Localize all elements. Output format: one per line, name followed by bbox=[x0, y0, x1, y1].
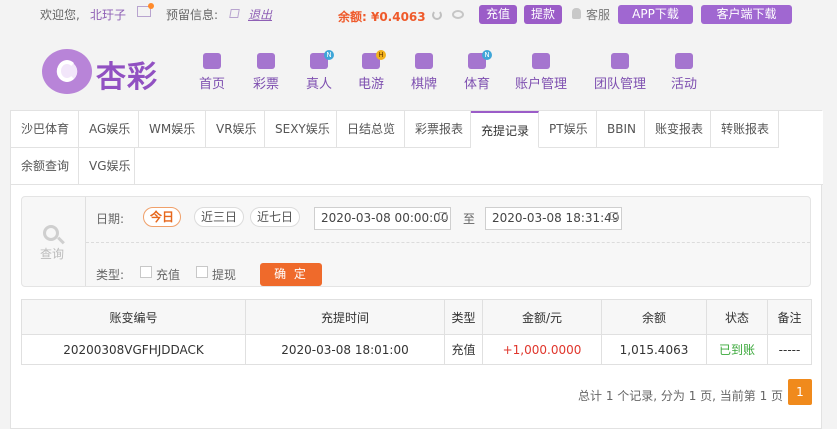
refresh-icon[interactable] bbox=[432, 10, 442, 20]
balance-text: 余额: ¥0.4063 bbox=[338, 10, 426, 24]
unread-dot bbox=[148, 3, 154, 9]
column-header: 金额/元 bbox=[482, 299, 602, 335]
tab-vg[interactable]: VG娱乐 bbox=[79, 148, 135, 185]
service-icon bbox=[572, 8, 581, 19]
nav-sports[interactable]: N 体育 bbox=[464, 50, 493, 92]
tab-ag[interactable]: AG娱乐 bbox=[79, 111, 139, 148]
report-tabs: 沙巴体育 AG娱乐 WM娱乐 VR娱乐 SEXY娱乐 日结总览 彩票报表 充提记… bbox=[11, 111, 823, 185]
today-button[interactable]: 今日 bbox=[143, 207, 182, 227]
type-label: 类型: bbox=[96, 268, 125, 282]
service-link[interactable]: 客服 bbox=[586, 6, 610, 23]
cell-time: 2020-03-08 18:01:00 bbox=[245, 334, 445, 365]
home-icon bbox=[203, 53, 221, 69]
search-box: 查询 日期: 今日 近三日 近七日 2020-03-08 00:00:00 至 … bbox=[21, 196, 811, 287]
column-header: 余额 bbox=[601, 299, 707, 335]
nav-egames[interactable]: H 电游 bbox=[358, 50, 387, 92]
cell-remark: ----- bbox=[767, 334, 812, 365]
new-badge: N bbox=[482, 50, 493, 60]
date-label: 日期: bbox=[96, 212, 125, 226]
tab-sexy[interactable]: SEXY娱乐 bbox=[265, 111, 337, 148]
withdraw-checkbox[interactable] bbox=[196, 266, 208, 278]
search-icon-handle bbox=[57, 236, 65, 245]
column-header: 类型 bbox=[444, 299, 483, 335]
calendar-icon bbox=[610, 212, 618, 220]
nav-account[interactable]: 账户管理 bbox=[515, 53, 567, 92]
tab-deposit-withdraw-records[interactable]: 充提记录 bbox=[471, 111, 539, 148]
tab-wm[interactable]: WM娱乐 bbox=[139, 111, 206, 148]
logo-text[interactable]: 杏彩 bbox=[96, 52, 158, 96]
logout-link[interactable]: 退出 bbox=[248, 6, 272, 23]
withdraw-button[interactable]: 提款 bbox=[524, 5, 562, 24]
app-download-button[interactable]: APP下载 bbox=[618, 5, 693, 24]
nav-team[interactable]: 团队管理 bbox=[594, 53, 646, 92]
search-side: 查询 bbox=[22, 197, 86, 286]
three-days-button[interactable]: 近三日 bbox=[194, 207, 245, 227]
top-bar: 欢迎您, 北玗子 预留信息: 退出 余额: ¥0.4063 充值 提款 客服 A… bbox=[0, 0, 837, 30]
recharge-checkbox[interactable] bbox=[140, 266, 152, 278]
gift-icon bbox=[675, 53, 693, 69]
confirm-button[interactable]: 确 定 bbox=[260, 263, 322, 286]
tab-lottery-report[interactable]: 彩票报表 bbox=[405, 111, 471, 148]
end-date-input[interactable]: 2020-03-08 18:31:49 bbox=[485, 207, 622, 230]
welcome-text: 欢迎您, bbox=[40, 8, 80, 22]
column-header: 备注 bbox=[767, 299, 812, 335]
tab-transaction-report[interactable]: 账变报表 bbox=[645, 111, 711, 148]
nav-home[interactable]: 首页 bbox=[199, 53, 225, 92]
cell-type: 充值 bbox=[444, 334, 483, 365]
seven-days-button[interactable]: 近七日 bbox=[250, 207, 301, 227]
tab-saba-sports[interactable]: 沙巴体育 bbox=[11, 111, 79, 148]
withdraw-option-label: 提现 bbox=[212, 268, 237, 282]
cell-id: 20200308VGFHJDDACK bbox=[21, 334, 246, 365]
pagination-summary: 总计 1 个记录, 分为 1 页, 当前第 1 页 bbox=[578, 389, 784, 403]
cell-status: 已到账 bbox=[706, 334, 768, 365]
username[interactable]: 北玗子 bbox=[90, 6, 126, 23]
edit-icon[interactable] bbox=[229, 9, 240, 18]
tab-balance-query[interactable]: 余额查询 bbox=[11, 148, 79, 185]
logo-mark bbox=[57, 60, 77, 82]
cards-icon bbox=[415, 53, 433, 69]
new-badge: N bbox=[324, 50, 335, 60]
lottery-icon bbox=[257, 53, 275, 69]
table-row: 20200308VGFHJDDACK 2020-03-08 18:01:00 充… bbox=[21, 334, 812, 365]
client-download-button[interactable]: 客户端下载 bbox=[701, 5, 792, 24]
team-icon bbox=[611, 53, 629, 69]
account-icon bbox=[532, 53, 550, 69]
records-table: 账变编号 充提时间 类型 金额/元 余额 状态 备注 20200308VGFHJ… bbox=[21, 299, 812, 365]
nav-live-dealer[interactable]: N 真人 bbox=[306, 50, 335, 92]
date-to-label: 至 bbox=[463, 212, 476, 226]
table-header-row: 账变编号 充提时间 类型 金额/元 余额 状态 备注 bbox=[21, 299, 812, 335]
column-header: 状态 bbox=[706, 299, 768, 335]
recharge-option-label: 充值 bbox=[156, 268, 181, 282]
page-1-button[interactable]: 1 bbox=[788, 379, 812, 405]
recharge-button[interactable]: 充值 bbox=[479, 5, 517, 24]
column-header: 充提时间 bbox=[245, 299, 445, 335]
calendar-icon bbox=[439, 212, 447, 220]
divider bbox=[86, 242, 810, 243]
cell-amount: +1,000.0000 bbox=[482, 334, 602, 365]
nav-chess-cards[interactable]: 棋牌 bbox=[411, 53, 437, 92]
search-label: 查询 bbox=[40, 247, 65, 261]
hot-badge: H bbox=[376, 50, 387, 60]
main-panel: 沙巴体育 AG娱乐 WM娱乐 VR娱乐 SEXY娱乐 日结总览 彩票报表 充提记… bbox=[10, 110, 823, 429]
nav-lottery[interactable]: 彩票 bbox=[253, 53, 279, 92]
hide-balance-icon[interactable] bbox=[452, 10, 464, 19]
tab-bbin[interactable]: BBIN bbox=[597, 111, 645, 148]
tab-pt[interactable]: PT娱乐 bbox=[539, 111, 597, 148]
cell-balance: 1,015.4063 bbox=[601, 334, 707, 365]
message-label: 预留信息: bbox=[166, 8, 219, 22]
column-header: 账变编号 bbox=[21, 299, 246, 335]
start-date-input[interactable]: 2020-03-08 00:00:00 bbox=[314, 207, 451, 230]
tab-transfer-report[interactable]: 转账报表 bbox=[711, 111, 779, 148]
tab-daily-overview[interactable]: 日结总览 bbox=[337, 111, 405, 148]
tab-vr[interactable]: VR娱乐 bbox=[206, 111, 265, 148]
nav-activity[interactable]: 活动 bbox=[671, 53, 697, 92]
